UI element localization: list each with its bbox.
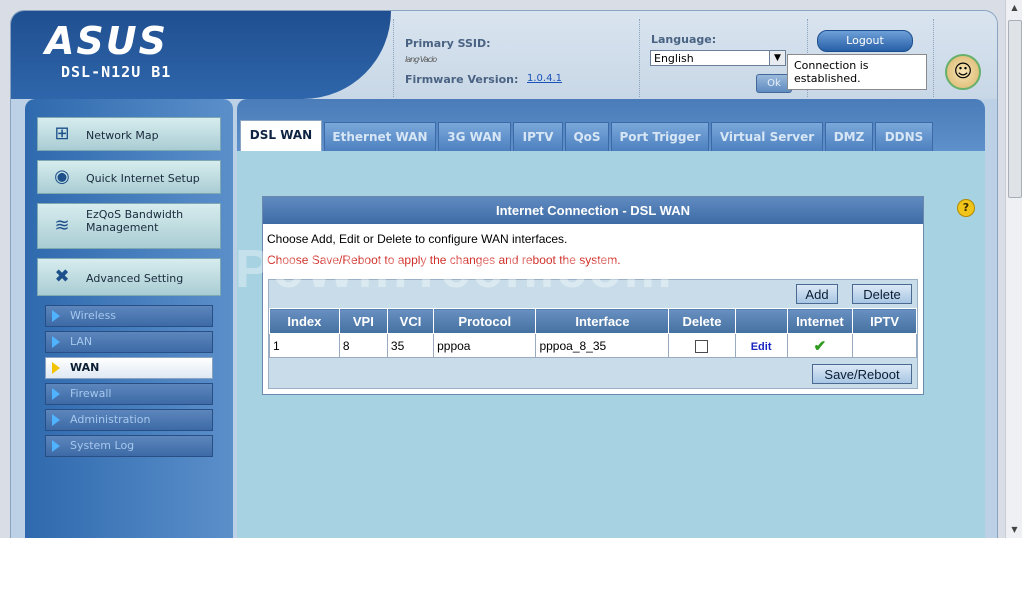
column-header: Index (269, 308, 340, 334)
scroll-down-icon[interactable]: ▼ (1006, 522, 1022, 538)
sidebar-item-ezqos[interactable]: ≋ EzQoS Bandwidth Management (37, 203, 221, 249)
chevron-down-icon[interactable]: ▼ (769, 51, 785, 65)
tab-bar: DSL WAN Ethernet WAN 3G WAN IPTV QoS Por… (237, 99, 985, 151)
tab-3g-wan[interactable]: 3G WAN (438, 122, 511, 151)
cell-index: 1 (269, 333, 340, 358)
cell-iptv (852, 333, 917, 358)
browser-viewport: ASUS DSL-N12U B1 Primary SSID: lang·Vaci… (0, 0, 1022, 538)
cell-vci: 35 (386, 333, 435, 358)
panel-title: Internet Connection - DSL WAN (263, 197, 923, 224)
sub-item-label: Wireless (70, 309, 117, 322)
tab-ddns[interactable]: DDNS (875, 122, 933, 151)
cell-protocol: pppoa (433, 333, 537, 358)
brand-logo: ASUS (45, 19, 169, 63)
logout-button[interactable]: Logout (817, 30, 913, 52)
header-divider (639, 19, 640, 97)
sidebar-item-quick-internet-setup[interactable]: ◉ Quick Internet Setup (37, 160, 221, 194)
column-header: VPI (338, 308, 388, 334)
edit-link[interactable]: Edit (751, 341, 772, 353)
tab-virtual-server[interactable]: Virtual Server (711, 122, 823, 151)
arrow-right-icon (52, 414, 60, 426)
logo-area: ASUS DSL-N12U B1 (11, 11, 391, 99)
header-divider (393, 19, 394, 97)
sidebar-sub-firewall[interactable]: Firewall (45, 383, 213, 405)
sub-item-label: Administration (70, 413, 151, 426)
watermark: PcWinTech.com (235, 239, 674, 299)
tab-dmz[interactable]: DMZ (825, 122, 873, 151)
sub-item-label: WAN (70, 361, 100, 374)
sidebar-sub-wan[interactable]: WAN (45, 357, 213, 379)
firmware-link[interactable]: 1.0.4.1 (527, 73, 562, 84)
header-divider (933, 19, 934, 97)
language-select[interactable]: English ▼ (650, 50, 786, 66)
tab-port-trigger[interactable]: Port Trigger (611, 122, 709, 151)
sidebar-item-network-map[interactable]: ⊞ Network Map (37, 117, 221, 151)
arrow-right-icon (52, 388, 60, 400)
arrow-right-icon (52, 440, 60, 452)
cell-delete (668, 333, 736, 358)
column-header: Protocol (433, 308, 537, 334)
delete-checkbox[interactable] (695, 339, 709, 353)
table-row: 1 8 35 pppoa pppoa_8_35 Edit ✔ (269, 333, 917, 358)
sub-item-label: LAN (70, 335, 93, 348)
cell-interface: pppoa_8_35 (535, 333, 670, 358)
arrow-right-icon (52, 362, 60, 374)
sidebar-item-label: Advanced Setting (86, 272, 184, 285)
wrench-icon: ✖ (54, 266, 70, 287)
language-value: English (654, 52, 694, 65)
language-label: Language: (651, 33, 717, 46)
scrollbar-thumb[interactable] (1008, 20, 1022, 198)
column-header: Internet (786, 308, 854, 334)
sidebar-sub-lan[interactable]: LAN (45, 331, 213, 353)
avatar-icon[interactable]: ☺ (945, 54, 981, 90)
firmware-label: Firmware Version: (405, 73, 519, 86)
cell-internet: ✔ (786, 333, 854, 358)
arrow-right-icon (52, 336, 60, 348)
sidebar-item-label: EzQoS Bandwidth Management (86, 208, 184, 234)
column-header: Interface (535, 308, 670, 334)
tab-iptv[interactable]: IPTV (513, 122, 563, 151)
sub-item-label: Firewall (70, 387, 112, 400)
sub-item-label: System Log (70, 439, 135, 452)
column-header: IPTV (852, 308, 917, 334)
sidebar-sub-administration[interactable]: Administration (45, 409, 213, 431)
tab-ethernet-wan[interactable]: Ethernet WAN (324, 122, 436, 151)
check-icon: ✔ (813, 337, 827, 355)
cell-edit: Edit (734, 333, 788, 358)
add-button[interactable]: Add (796, 284, 838, 304)
sidebar-item-advanced-setting[interactable]: ✖ Advanced Setting (37, 258, 221, 296)
qos-icon: ≋ (54, 215, 70, 236)
delete-button[interactable]: Delete (852, 284, 912, 304)
help-icon[interactable]: ? (957, 199, 975, 217)
arrow-right-icon (52, 310, 60, 322)
cell-vpi: 8 (338, 333, 388, 358)
scroll-up-icon[interactable]: ▲ (1006, 0, 1022, 16)
ssid-label: Primary SSID: (405, 37, 491, 50)
model-name: DSL-N12U B1 (61, 63, 172, 81)
tab-qos[interactable]: QoS (565, 122, 609, 151)
sidebar: ⊞ Network Map ◉ Quick Internet Setup ≋ E… (25, 99, 233, 538)
main-content: DSL WAN Ethernet WAN 3G WAN IPTV QoS Por… (237, 99, 985, 538)
router-icon: ◉ (54, 166, 70, 187)
network-map-icon: ⊞ (54, 123, 70, 144)
tab-dsl-wan[interactable]: DSL WAN (240, 120, 322, 151)
connection-tooltip: Connection is established. (787, 54, 927, 90)
column-header: Delete (668, 308, 736, 334)
column-header: VCI (386, 308, 435, 334)
sidebar-sub-system-log[interactable]: System Log (45, 435, 213, 457)
column-header (734, 308, 788, 334)
sidebar-item-label: Network Map (86, 129, 159, 142)
vertical-scrollbar[interactable]: ▲ ▼ (1005, 0, 1022, 538)
save-reboot-button[interactable]: Save/Reboot (812, 364, 912, 384)
wan-table: Index VPI VCI Protocol Interface Delete … (269, 308, 917, 358)
sidebar-item-label: Quick Internet Setup (86, 172, 200, 185)
ssid-value: lang·Vacio (405, 55, 437, 64)
sidebar-sub-wireless[interactable]: Wireless (45, 305, 213, 327)
table-header-row: Index VPI VCI Protocol Interface Delete … (269, 308, 917, 334)
header: ASUS DSL-N12U B1 Primary SSID: lang·Vaci… (11, 11, 997, 99)
